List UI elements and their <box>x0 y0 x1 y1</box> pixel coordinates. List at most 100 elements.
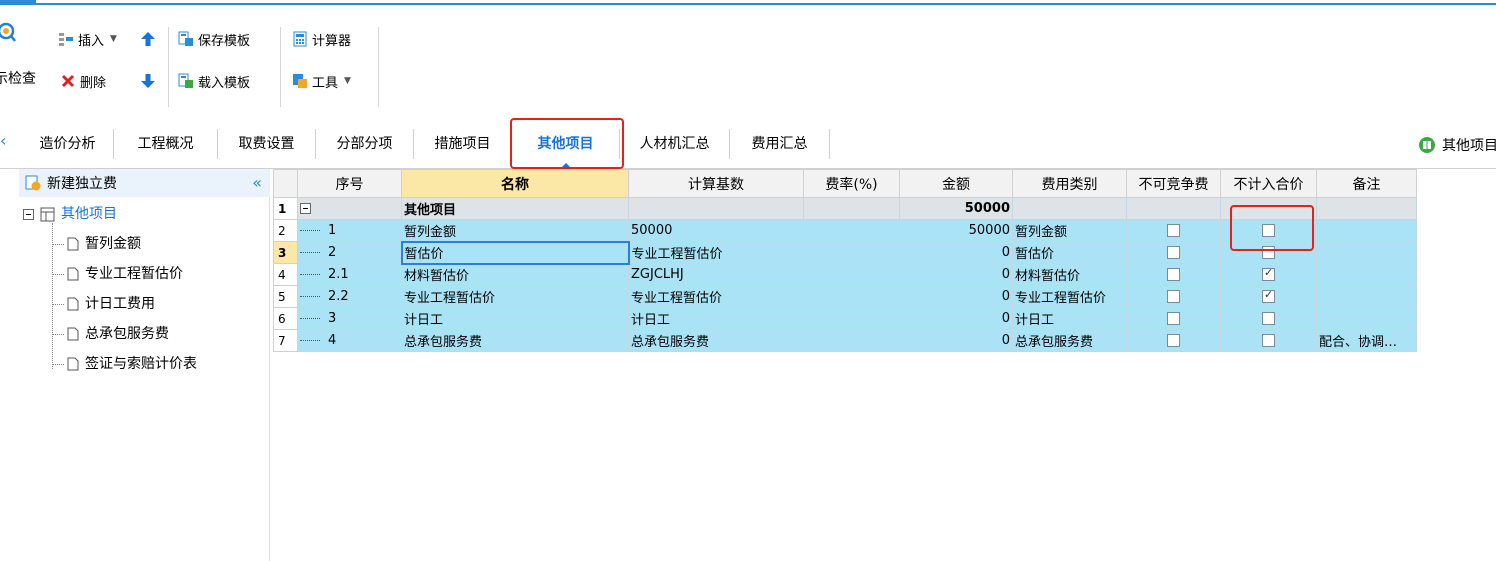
non-competitive-checkbox[interactable] <box>1167 290 1180 303</box>
base-cell[interactable] <box>628 197 804 220</box>
name-cell[interactable]: 计日工 <box>401 307 629 330</box>
rate-cell[interactable] <box>803 263 900 286</box>
note-cell[interactable]: 配合、协调… <box>1316 329 1417 352</box>
non-competitive-cell[interactable] <box>1126 241 1221 264</box>
category-cell[interactable] <box>1012 197 1127 220</box>
category-cell[interactable]: 暂列金额 <box>1012 219 1127 242</box>
amount-cell[interactable]: 50000 <box>899 197 1013 220</box>
amount-cell[interactable]: 0 <box>899 241 1013 264</box>
row-collapse-toggle-icon[interactable] <box>300 203 311 214</box>
table-row[interactable]: 6 3 计日工 计日工 0 计日工 <box>273 307 1417 330</box>
column-header[interactable]: 金额 <box>899 169 1013 198</box>
seq-cell[interactable] <box>297 197 402 220</box>
non-competitive-cell[interactable] <box>1126 197 1221 220</box>
column-header[interactable]: 费用类别 <box>1012 169 1127 198</box>
category-cell[interactable]: 总承包服务费 <box>1012 329 1127 352</box>
table-row[interactable]: 7 4 总承包服务费 总承包服务费 0 总承包服务费 配合、协调… <box>273 329 1417 352</box>
rate-cell[interactable] <box>803 285 900 308</box>
exclude-from-total-checkbox[interactable] <box>1262 312 1275 325</box>
column-header[interactable]: 备注 <box>1316 169 1417 198</box>
rate-cell[interactable] <box>803 307 900 330</box>
tree-item-visa-claims[interactable]: 签证与索赔计价表 <box>67 351 197 377</box>
collapse-panel-icon[interactable]: « <box>252 173 262 192</box>
category-cell[interactable]: 暂估价 <box>1012 241 1127 264</box>
insert-button[interactable]: 插入 ▼ <box>58 27 117 51</box>
amount-cell[interactable]: 50000 <box>899 219 1013 242</box>
new-independent-fee-button[interactable]: 新建独立费 « <box>19 169 270 197</box>
tab-fee-summary[interactable]: 费用汇总 <box>730 129 830 159</box>
note-cell[interactable] <box>1316 219 1417 242</box>
base-cell[interactable]: 专业工程暂估价 <box>628 241 804 264</box>
column-header[interactable]: 计算基数 <box>628 169 804 198</box>
category-cell[interactable]: 专业工程暂估价 <box>1012 285 1127 308</box>
move-down-button[interactable] <box>140 69 156 93</box>
column-header[interactable]: 不计入合价 <box>1220 169 1317 198</box>
seq-cell[interactable]: 1 <box>297 219 402 242</box>
tab-project-overview[interactable]: 工程概况 <box>114 129 218 159</box>
name-cell[interactable]: 暂估价 <box>400 240 630 265</box>
tab-labor-material-summary[interactable]: 人材机汇总 <box>620 129 730 159</box>
seq-cell[interactable]: 2 <box>297 241 402 264</box>
non-competitive-cell[interactable] <box>1126 263 1221 286</box>
exclude-total-cell[interactable] <box>1220 329 1317 352</box>
tab-sub-items[interactable]: 分部分项 <box>316 129 414 159</box>
seq-cell[interactable]: 4 <box>297 329 402 352</box>
delete-button[interactable]: 删除 <box>60 69 106 93</box>
tab-fee-settings[interactable]: 取费设置 <box>218 129 316 159</box>
amount-cell[interactable]: 0 <box>899 329 1013 352</box>
rate-cell[interactable] <box>803 241 900 264</box>
table-row[interactable]: 4 2.1 材料暂估价 ZGJCLHJ 0 材料暂估价 <box>273 263 1417 286</box>
exclude-from-total-checkbox[interactable] <box>1262 334 1275 347</box>
seq-cell[interactable]: 2.2 <box>297 285 402 308</box>
tools-dropdown-caret[interactable]: ▼ <box>344 76 351 86</box>
note-cell[interactable] <box>1316 197 1417 220</box>
note-cell[interactable] <box>1316 263 1417 286</box>
insert-dropdown-caret[interactable]: ▼ <box>110 34 117 44</box>
move-up-button[interactable] <box>140 27 156 51</box>
row-number[interactable]: 3 <box>273 241 298 264</box>
tree-item-provisional-sum[interactable]: 暂列金额 <box>67 231 141 257</box>
rate-cell[interactable] <box>803 329 900 352</box>
amount-cell[interactable]: 0 <box>899 285 1013 308</box>
seq-cell[interactable]: 3 <box>297 307 402 330</box>
name-cell[interactable]: 材料暂估价 <box>401 263 629 286</box>
non-competitive-checkbox[interactable] <box>1167 224 1180 237</box>
tree-root-other-items[interactable]: 其他项目 <box>23 201 117 227</box>
name-cell[interactable]: 其他项目 <box>401 197 629 220</box>
base-cell[interactable]: 计日工 <box>628 307 804 330</box>
note-cell[interactable] <box>1316 285 1417 308</box>
exclude-total-cell[interactable] <box>1220 307 1317 330</box>
row-number[interactable]: 4 <box>273 263 298 286</box>
row-number[interactable]: 6 <box>273 307 298 330</box>
save-template-button[interactable]: 保存模板 <box>178 27 250 51</box>
name-cell[interactable]: 暂列金额 <box>401 219 629 242</box>
non-competitive-checkbox[interactable] <box>1167 334 1180 347</box>
note-cell[interactable] <box>1316 307 1417 330</box>
tree-item-general-contract-fee[interactable]: 总承包服务费 <box>67 321 169 347</box>
exclude-from-total-checkbox[interactable] <box>1262 288 1275 303</box>
column-header[interactable]: 费率(%) <box>803 169 900 198</box>
collapse-left-icon[interactable]: ‹ <box>0 131 6 150</box>
column-header[interactable]: 名称 <box>401 169 629 198</box>
base-cell[interactable]: 50000 <box>628 219 804 242</box>
exclude-total-cell[interactable] <box>1220 285 1317 308</box>
category-cell[interactable]: 材料暂估价 <box>1012 263 1127 286</box>
calculator-button[interactable]: 计算器 <box>292 27 351 51</box>
non-competitive-cell[interactable] <box>1126 329 1221 352</box>
tools-button[interactable]: 工具 ▼ <box>292 69 351 93</box>
non-competitive-checkbox[interactable] <box>1167 246 1180 259</box>
note-cell[interactable] <box>1316 241 1417 264</box>
name-cell[interactable]: 专业工程暂估价 <box>401 285 629 308</box>
tree-collapse-toggle-icon[interactable] <box>23 208 34 220</box>
tree-item-professional-estimate[interactable]: 专业工程暂估价 <box>67 261 183 287</box>
seq-cell[interactable]: 2.1 <box>297 263 402 286</box>
base-cell[interactable]: 专业工程暂估价 <box>628 285 804 308</box>
rate-cell[interactable] <box>803 197 900 220</box>
non-competitive-cell[interactable] <box>1126 219 1221 242</box>
row-number[interactable]: 7 <box>273 329 298 352</box>
non-competitive-checkbox[interactable] <box>1167 312 1180 325</box>
tree-item-daywork[interactable]: 计日工费用 <box>67 291 155 317</box>
column-header[interactable]: 序号 <box>297 169 402 198</box>
exclude-from-total-checkbox[interactable] <box>1262 266 1275 281</box>
amount-cell[interactable]: 0 <box>899 263 1013 286</box>
